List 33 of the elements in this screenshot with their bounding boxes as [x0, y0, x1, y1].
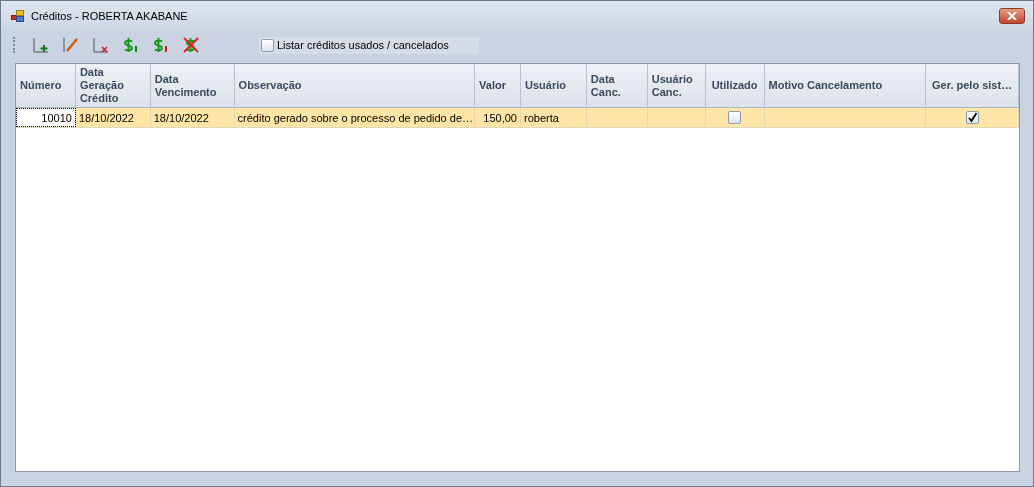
column-header[interactable]: Usuário Canc.: [647, 64, 706, 108]
table-cell: 18/10/2022: [150, 108, 235, 127]
pencil-icon: [63, 37, 79, 53]
app-icon: [11, 10, 25, 22]
column-header[interactable]: Valor: [475, 64, 521, 108]
table-cell: 10010: [16, 108, 76, 127]
column-header[interactable]: Utilizado: [705, 64, 765, 108]
close-icon: [1007, 12, 1017, 20]
table-row[interactable]: 10010 18/10/2022 18/10/2022 crédito gerado sobre o processo de pedido de… 150,00 roberta: [16, 108, 1019, 128]
dollar-cancel-icon: [182, 37, 200, 53]
checkbox-label: Listar créditos usados / cancelados: [277, 39, 449, 51]
checkbox[interactable]: [728, 111, 742, 124]
column-header[interactable]: Motivo Cancelamento: [764, 64, 927, 108]
dollar-icon: [122, 37, 140, 53]
window-title: Créditos - ROBERTA AKABANE: [31, 10, 189, 22]
checkbox[interactable]: [261, 38, 274, 52]
table-cell: crédito gerado sobre o processo de pedido de…: [234, 108, 476, 127]
close-button[interactable]: [999, 8, 1025, 24]
checkbox[interactable]: [965, 111, 979, 124]
filter-checkbox[interactable]: Listar créditos usados / cancelados: [259, 36, 479, 54]
table-cell: roberta: [521, 108, 587, 127]
column-header[interactable]: Data Vencimento: [150, 64, 235, 108]
table-cell: 18/10/2022: [75, 108, 151, 127]
dollar-icon: [152, 37, 170, 53]
table-cell: 150,00: [475, 108, 521, 127]
column-header[interactable]: Usuário: [521, 64, 587, 108]
column-header[interactable]: Ger. pelo sist…: [926, 64, 1019, 108]
column-header[interactable]: Observação: [234, 64, 476, 108]
column-header[interactable]: Data Geração Crédito: [75, 64, 151, 108]
column-header[interactable]: Número: [16, 64, 76, 108]
delete-document-icon: [93, 37, 109, 53]
add-document-icon: [33, 37, 49, 53]
column-header[interactable]: Data Canc.: [586, 64, 648, 108]
